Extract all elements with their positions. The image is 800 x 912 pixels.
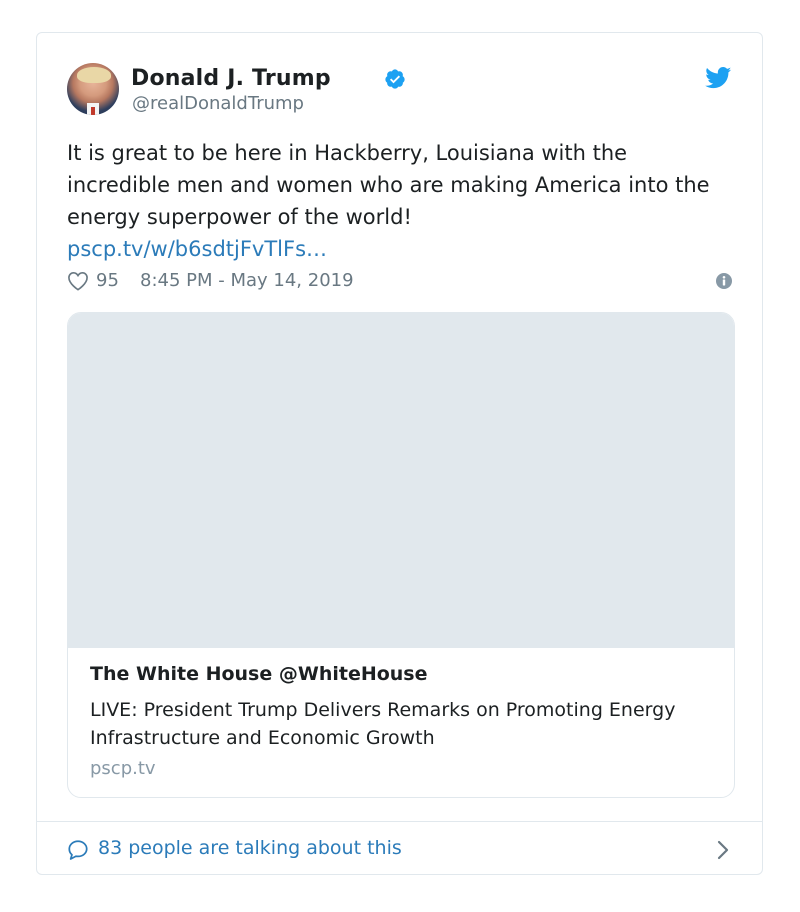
- card-description: LIVE: President Trump Delivers Remarks o…: [90, 699, 676, 749]
- speech-bubble-icon: [68, 840, 88, 860]
- card-title: The White House @WhiteHouse: [90, 663, 428, 685]
- like-count[interactable]: 95: [96, 270, 119, 291]
- author-name[interactable]: Donald J. Trump: [131, 66, 331, 91]
- link-preview-card[interactable]: The White House @WhiteHouse LIVE: Presid…: [67, 312, 735, 798]
- avatar-tie: [91, 107, 95, 115]
- tweet-footer[interactable]: 83 people are talking about this: [37, 821, 762, 876]
- author-handle[interactable]: @realDonaldTrump: [132, 93, 304, 114]
- embedded-tweet: Donald J. Trump @realDonaldTrump It is g…: [36, 32, 763, 875]
- twitter-bird-icon[interactable]: [705, 67, 732, 89]
- tweet-meta: 95 8:45 PM - May 14, 2019: [67, 269, 732, 295]
- tweet-body: It is great to be here in Hackberry, Lou…: [67, 137, 727, 265]
- tweet-link[interactable]: pscp.tv/w/b6sdtjFvTlFs…: [67, 233, 727, 265]
- card-domain: pscp.tv: [90, 758, 156, 779]
- tweet-timestamp[interactable]: 8:45 PM - May 14, 2019: [140, 270, 354, 291]
- info-icon[interactable]: [716, 273, 732, 289]
- talking-about-link[interactable]: 83 people are talking about this: [98, 837, 402, 859]
- chevron-right-icon[interactable]: [716, 840, 730, 860]
- author-avatar[interactable]: [67, 63, 119, 115]
- heart-icon[interactable]: [67, 271, 89, 291]
- tweet-text: It is great to be here in Hackberry, Lou…: [67, 141, 710, 229]
- verified-badge-icon: [385, 69, 405, 89]
- avatar-hair: [77, 67, 111, 83]
- tweet-header: Donald J. Trump @realDonaldTrump: [67, 63, 732, 119]
- card-media-placeholder[interactable]: [68, 313, 734, 648]
